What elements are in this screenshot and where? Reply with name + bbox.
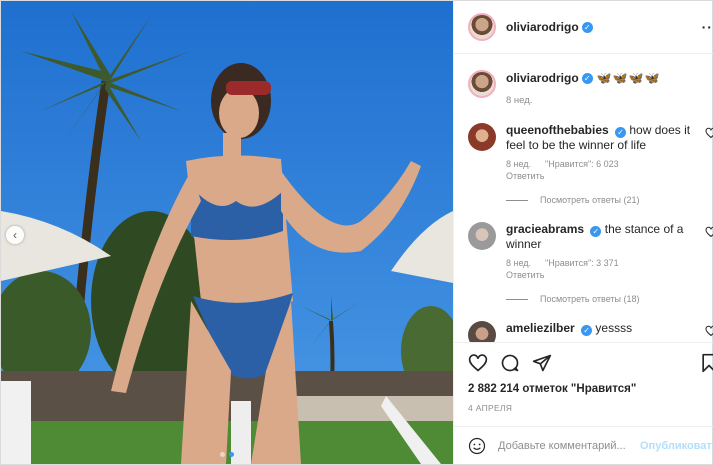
post-photo[interactable]: ‹ — [1, 1, 453, 464]
instagram-post-modal: ‹ oliviarodrigo ✓ ··· oliviarodrigo ✓ 🦋🦋… — [0, 0, 713, 465]
comment-likes[interactable]: "Нравится": 3 371 — [545, 258, 619, 268]
carousel-dot — [220, 452, 225, 457]
comment-likes[interactable]: "Нравится": 6 023 — [545, 159, 619, 169]
comments-list[interactable]: oliviarodrigo ✓ 🦋🦋🦋🦋 8 нед. queenoftheba… — [454, 54, 713, 342]
like-comment-icon[interactable] — [705, 226, 713, 238]
comment-text: yessss — [595, 321, 633, 335]
comment-item: gracieabrams ✓ the stance of a winner 8 … — [468, 222, 713, 280]
reply-button[interactable]: Ответить — [506, 270, 706, 280]
post-header: oliviarodrigo ✓ ··· — [454, 1, 713, 54]
comment-item: ameliezilber ✓ yessss — [468, 321, 713, 342]
verified-badge-icon: ✓ — [581, 21, 593, 33]
like-comment-icon[interactable] — [705, 325, 713, 337]
share-icon[interactable] — [532, 353, 552, 373]
author-username[interactable]: oliviarodrigo — [506, 20, 579, 34]
caption-text: 🦋🦋🦋🦋 — [596, 71, 661, 85]
reply-button[interactable]: Ответить — [506, 171, 706, 181]
carousel-indicator — [220, 452, 234, 457]
view-replies-label: Посмотреть ответы (18) — [540, 294, 640, 304]
more-options-icon[interactable]: ··· — [702, 19, 713, 35]
commenter-username[interactable]: ameliezilber — [506, 321, 575, 335]
view-replies-label: Посмотреть ответы (21) — [540, 195, 640, 205]
commenter-username[interactable]: gracieabrams — [506, 222, 584, 236]
chevron-left-icon: ‹ — [13, 228, 17, 242]
action-icons — [468, 349, 713, 377]
publish-button[interactable]: Опубликовать — [640, 440, 713, 452]
carousel-dot-active — [229, 452, 234, 457]
commenter-username[interactable]: queenofthebabies — [506, 123, 609, 137]
comment-item: queenofthebabies ✓ how does it feel to b… — [468, 123, 713, 181]
caption-username[interactable]: oliviarodrigo — [506, 70, 579, 86]
view-replies-button[interactable]: Посмотреть ответы (18) — [506, 294, 713, 304]
comment-input[interactable] — [498, 439, 640, 452]
comment-composer: Опубликовать — [454, 426, 713, 464]
commenter-avatar[interactable] — [468, 222, 496, 250]
like-icon[interactable] — [468, 353, 488, 373]
post-side-panel: oliviarodrigo ✓ ··· oliviarodrigo ✓ 🦋🦋🦋🦋… — [453, 1, 713, 464]
caption: oliviarodrigo ✓ 🦋🦋🦋🦋 8 нед. — [468, 70, 713, 106]
author-avatar[interactable] — [468, 13, 496, 41]
verified-badge-icon: ✓ — [581, 325, 593, 336]
caption-avatar[interactable] — [468, 70, 496, 98]
verified-badge-icon: ✓ — [590, 226, 602, 237]
post-date[interactable]: 4 АПРЕЛЯ — [468, 403, 713, 413]
comment-age: 8 нед. — [506, 258, 532, 268]
like-comment-icon[interactable] — [705, 127, 713, 139]
commenter-avatar[interactable] — [468, 123, 496, 151]
likes-count[interactable]: 2 882 214 отметок "Нравится" — [468, 383, 713, 395]
post-actions: 2 882 214 отметок "Нравится" 4 АПРЕЛЯ — [454, 342, 713, 426]
emoji-icon[interactable] — [468, 437, 486, 455]
post-image — [1, 1, 453, 464]
caption-age: 8 нед. — [506, 95, 533, 106]
divider — [506, 199, 528, 201]
verified-badge-icon: ✓ — [615, 127, 627, 138]
comment-age: 8 нед. — [506, 159, 532, 169]
previous-photo-button[interactable]: ‹ — [6, 226, 24, 244]
bookmark-icon[interactable] — [699, 353, 713, 373]
verified-badge-icon: ✓ — [581, 72, 593, 84]
divider — [506, 298, 528, 300]
view-replies-button[interactable]: Посмотреть ответы (21) — [506, 195, 713, 205]
commenter-avatar[interactable] — [468, 321, 496, 342]
comment-icon[interactable] — [500, 353, 520, 373]
